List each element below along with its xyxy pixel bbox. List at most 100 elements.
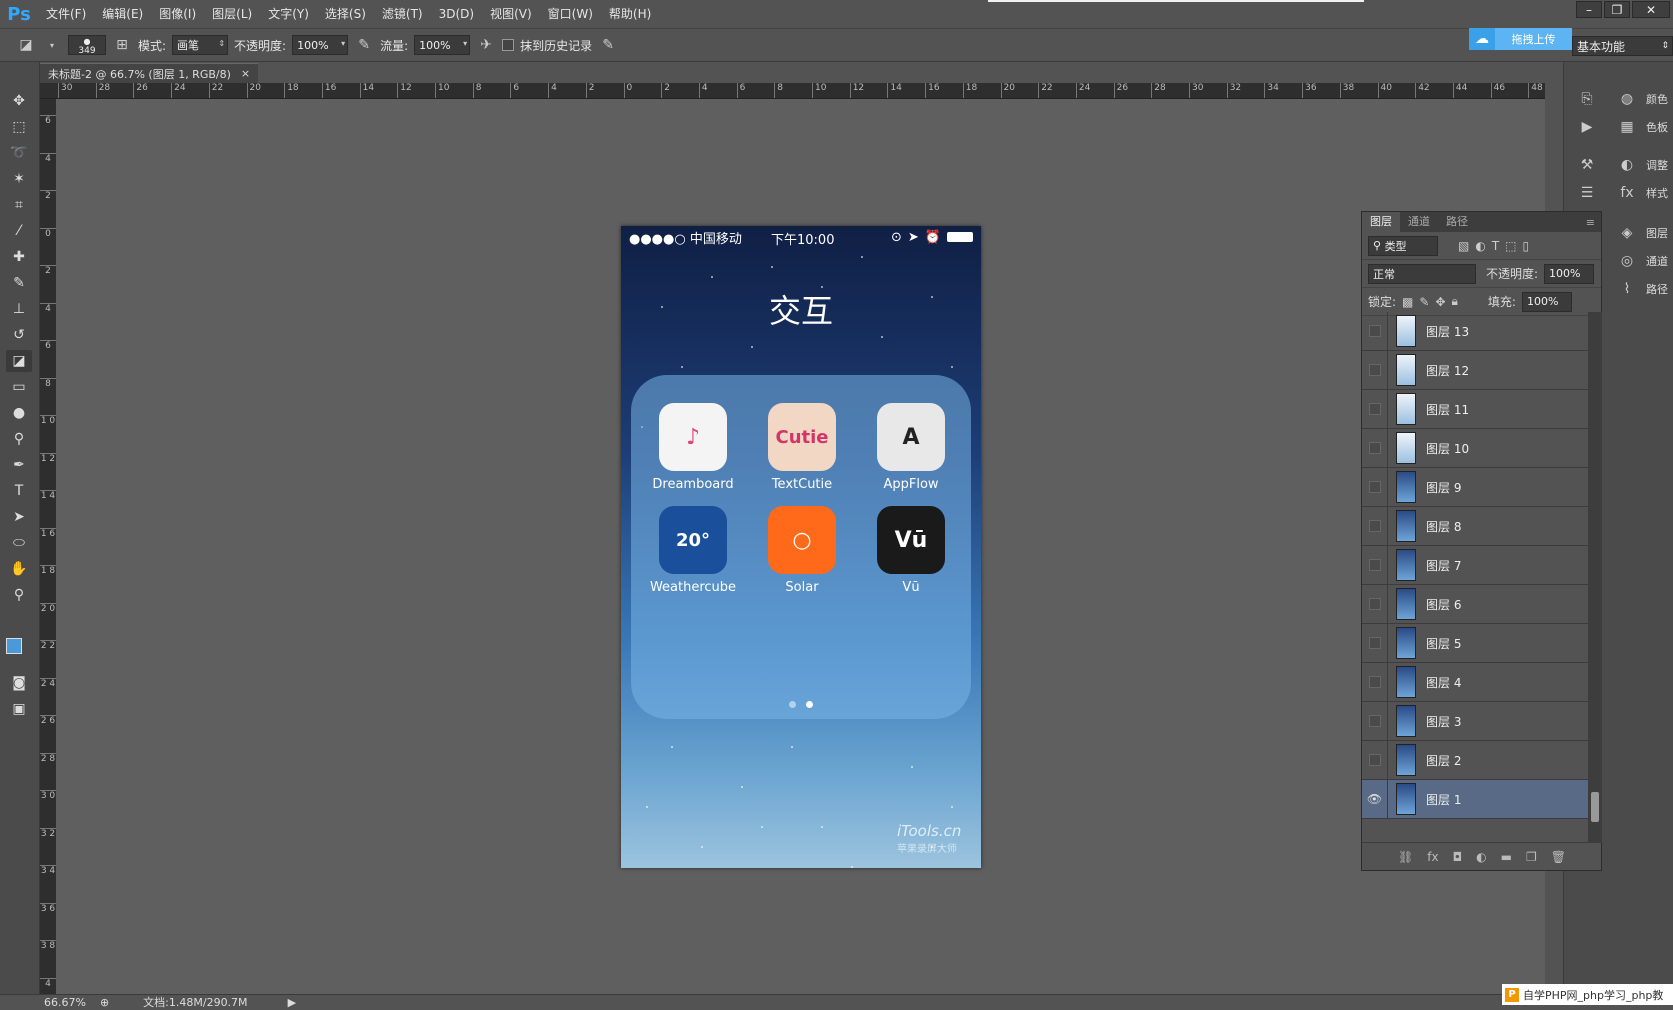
brush-tool-icon[interactable]: ✎ [6,272,32,294]
path-selection-tool-icon[interactable]: ➤ [6,506,32,528]
dock-layers[interactable]: ◈ 图层 [1616,222,1668,244]
brush-preset-picker[interactable]: ● 349 [68,35,106,56]
layer-row[interactable]: 图层 4 [1362,662,1588,702]
stamp-tool-icon[interactable]: ⊥ [6,298,32,320]
app-5[interactable]: Vū Vū [861,506,961,595]
foreground-color-swatch[interactable] [6,638,22,654]
fill-input[interactable]: 100% [1521,291,1572,312]
tool-presets-icon[interactable]: ⚒ [1576,154,1598,176]
adjustment-filter-icon[interactable]: ◐ [1475,239,1485,253]
visibility-toggle[interactable] [1362,428,1388,468]
layer-row[interactable]: 图层 5 [1362,623,1588,663]
actions-panel-icon[interactable]: ▶ [1576,116,1598,138]
close-button[interactable]: ✕ [1632,1,1670,18]
restore-button[interactable]: ❐ [1604,1,1630,18]
visibility-toggle[interactable] [1362,584,1388,624]
pressure-size-icon[interactable]: ✎ [598,35,618,55]
layer-style-icon[interactable]: fx [1427,850,1438,864]
eraser-tool-icon[interactable]: ◪ [6,350,32,372]
magic-wand-tool-icon[interactable]: ✶ [6,168,32,190]
dock-swatches[interactable]: ▦ 色板 [1616,116,1668,138]
visibility-toggle[interactable] [1362,662,1388,702]
panel-menu-icon[interactable]: ≡ [1586,216,1601,229]
visibility-toggle[interactable] [1362,623,1388,663]
airbrush-icon[interactable]: ✈ [476,35,496,55]
opacity-input[interactable]: 100% ▾ [292,35,349,55]
tab-paths[interactable]: 路径 [1438,212,1476,232]
lock-pixels-icon[interactable]: ✎ [1419,295,1429,309]
dock-paths[interactable]: ⌇ 路径 [1616,278,1668,300]
dodge-tool-icon[interactable]: ⚲ [6,428,32,450]
crop-tool-icon[interactable]: ⌗ [6,194,32,216]
lock-position-icon[interactable]: ✥ [1435,295,1445,309]
ellipse-tool-icon[interactable]: ⬭ [6,532,32,554]
layer-row[interactable]: 图层 3 [1362,701,1588,741]
layer-row[interactable]: 图层 8 [1362,506,1588,546]
layer-mask-icon[interactable]: ◘ [1453,850,1463,864]
new-group-icon[interactable]: ▬ [1501,850,1512,864]
menu-item-9[interactable]: 窗口(W) [540,0,601,28]
menu-item-6[interactable]: 滤镜(T) [374,0,431,28]
dock-styles[interactable]: fx 样式 [1616,182,1668,204]
pixel-filter-icon[interactable]: ▧ [1458,239,1469,253]
menu-item-3[interactable]: 图层(L) [204,0,260,28]
layer-filter-select[interactable]: ⚲ 类型 [1368,235,1438,256]
type-tool-icon[interactable]: T [6,480,32,502]
quick-mask-icon[interactable]: ◙ [6,672,32,694]
layer-row[interactable]: 图层 6 [1362,584,1588,624]
layer-row[interactable]: 图层 12 [1362,350,1588,390]
layer-row[interactable]: 图层 10 [1362,428,1588,468]
lock-all-icon[interactable]: 🔒︎ [1452,294,1458,309]
layer-row[interactable]: 👁︎ 图层 1 [1362,779,1588,819]
properties-panel-icon[interactable]: ☰ [1576,182,1598,204]
history-panel-icon[interactable]: ⎘ [1576,88,1598,110]
menu-item-1[interactable]: 编辑(E) [94,0,151,28]
gradient-tool-icon[interactable]: ▭ [6,376,32,398]
hand-tool-icon[interactable]: ✋ [6,558,32,580]
layer-row[interactable]: 图层 7 [1362,545,1588,585]
menu-item-0[interactable]: 文件(F) [38,0,94,28]
screen-mode-icon[interactable]: ▣ [6,698,32,720]
eraser-tool-icon[interactable]: ◪ [16,35,36,55]
adjustment-layer-icon[interactable]: ◐ [1476,850,1486,864]
minimize-button[interactable]: – [1576,1,1602,18]
blend-mode-select[interactable]: 正常 [1368,263,1476,284]
smart-object-filter-icon[interactable]: ▯ [1523,239,1530,253]
blur-tool-icon[interactable]: ● [6,402,32,424]
status-menu-arrow-icon[interactable]: ▶ [288,996,296,1009]
mode-select[interactable]: 画笔 ⇕ [172,35,229,55]
layer-row[interactable]: 图层 2 [1362,740,1588,780]
app-2[interactable]: A AppFlow [861,403,961,492]
new-layer-icon[interactable]: ❐ [1526,850,1537,864]
dock-adjustments[interactable]: ◐ 调整 [1616,154,1668,176]
type-filter-icon[interactable]: T [1492,239,1499,253]
zoom-tool-icon[interactable]: ⚲ [6,584,32,606]
layer-opacity-input[interactable]: 100% [1544,263,1595,284]
layer-row[interactable]: 图层 11 [1362,389,1588,429]
shape-filter-icon[interactable]: ⬚ [1505,239,1516,253]
menu-item-2[interactable]: 图像(I) [151,0,204,28]
link-layers-icon[interactable]: ⛓ [1398,850,1413,864]
lasso-tool-icon[interactable]: ➰ [6,142,32,164]
visibility-toggle[interactable] [1362,389,1388,429]
menu-item-8[interactable]: 视图(V) [482,0,540,28]
layer-row[interactable]: 图层 9 [1362,467,1588,507]
menu-item-5[interactable]: 选择(S) [317,0,374,28]
history-brush-tool-icon[interactable]: ↺ [6,324,32,346]
pressure-opacity-icon[interactable]: ✎ [354,35,374,55]
app-1[interactable]: Cutie TextCutie [752,403,852,492]
workspace-select[interactable]: 基本功能 ⇕ [1572,36,1673,56]
visibility-toggle[interactable] [1362,740,1388,780]
flow-input[interactable]: 100% ▾ [414,35,471,55]
menu-item-4[interactable]: 文字(Y) [260,0,317,28]
document-canvas[interactable]: ●●●●○ 中国移动 下午10:00 ⊙ ➤ ⏰ 交互 ♪ Dreamboard C… [621,226,981,868]
healing-brush-tool-icon[interactable]: ✚ [6,246,32,268]
visibility-toggle[interactable] [1362,506,1388,546]
visibility-toggle[interactable] [1362,545,1388,585]
brush-panel-icon[interactable]: ⊞ [112,35,132,55]
tab-layers[interactable]: 图层 [1362,212,1400,232]
app-0[interactable]: ♪ Dreamboard [643,403,743,492]
zoom-level[interactable]: 66.67% [44,996,86,1009]
marquee-tool-icon[interactable]: ⬚ [6,116,32,138]
visibility-toggle[interactable] [1362,701,1388,741]
